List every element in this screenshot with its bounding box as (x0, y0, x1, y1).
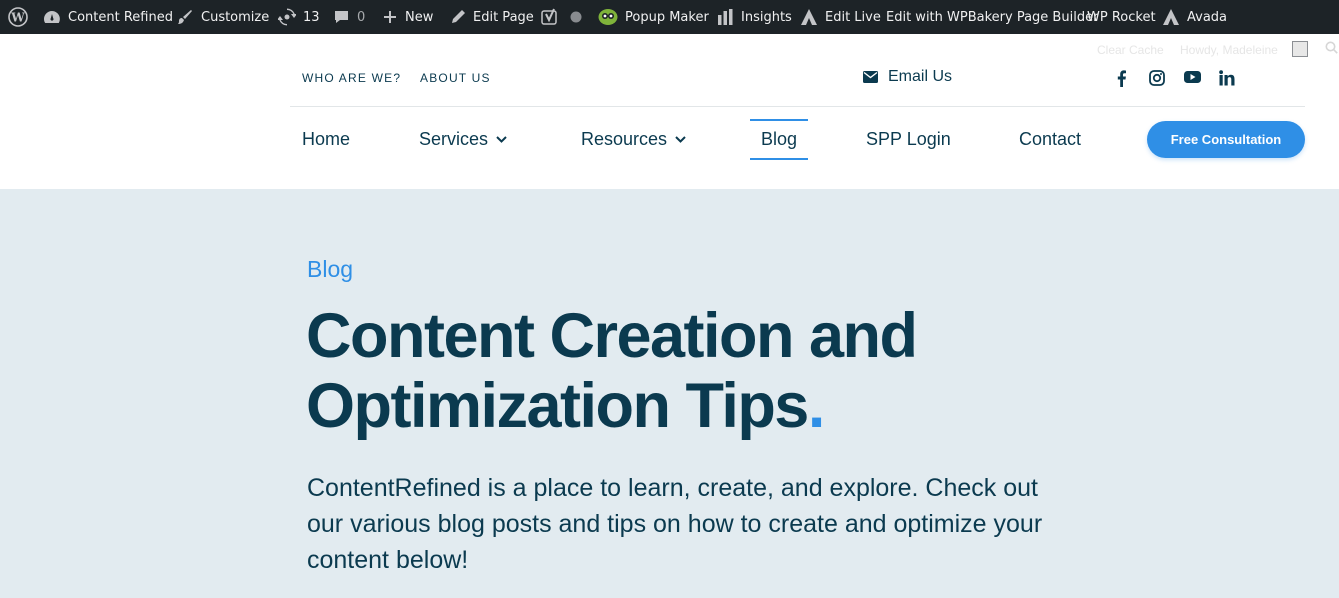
youtube-icon[interactable] (1184, 70, 1201, 89)
nav-services[interactable]: Services (419, 129, 507, 150)
dashboard-icon (44, 11, 60, 23)
nav-blog-label: Blog (761, 129, 798, 149)
brush-icon (178, 10, 192, 24)
nav-services-label: Services (419, 129, 489, 149)
yoast-seo-menu[interactable] (541, 0, 559, 34)
hero-eyebrow: Blog (307, 256, 354, 282)
popup-maker-icon (598, 9, 618, 25)
user-avatar[interactable] (1292, 41, 1308, 57)
header-divider (290, 106, 1305, 107)
popup-maker-menu[interactable]: Popup Maker (598, 0, 709, 34)
nav-contact-label: Contact (1019, 129, 1082, 149)
avada-icon (801, 9, 817, 25)
email-us-link[interactable]: Email Us (863, 68, 952, 86)
edit-page-label: Edit Page (473, 9, 534, 25)
chevron-down-icon (675, 136, 686, 143)
wpbakery-link[interactable]: Edit with WPBakery Page Builder (886, 0, 1098, 34)
edit-page-link[interactable]: Edit Page (450, 0, 534, 34)
customize-link[interactable]: Customize (176, 0, 269, 34)
avada-label: Avada (1187, 9, 1228, 25)
nav-contact[interactable]: Contact (1019, 129, 1081, 150)
yoast-icon (541, 8, 557, 25)
new-content-menu[interactable]: New (382, 0, 433, 34)
site-name-menu[interactable]: Content Refined (43, 0, 173, 34)
bar-chart-icon (718, 9, 733, 25)
clear-cache-link[interactable]: Clear Cache (1097, 43, 1164, 57)
wp-rocket-menu[interactable]: WP Rocket (1087, 0, 1156, 34)
edit-live-link[interactable]: Edit Live (801, 0, 881, 34)
hero-headline-text: Content Creation and Optimization Tips (306, 301, 918, 441)
linkedin-icon[interactable] (1219, 70, 1235, 91)
hero-section: Blog Content Creation and Optimization T… (0, 189, 1339, 598)
pencil-icon (452, 10, 465, 23)
search-icon[interactable] (1325, 41, 1338, 59)
chevron-down-icon (496, 136, 507, 143)
nav-resources-label: Resources (581, 129, 668, 149)
free-consultation-button[interactable]: Free Consultation (1147, 121, 1305, 158)
insights-label: Insights (741, 9, 792, 25)
nav-blog[interactable]: Blog (750, 119, 809, 160)
nav-resources[interactable]: Resources (581, 129, 686, 150)
hero-headline: Content Creation and Optimization Tips. (306, 301, 1066, 441)
comments-link[interactable]: 0 (333, 0, 365, 34)
nav-home-label: Home (302, 129, 351, 149)
status-dot-icon (570, 11, 582, 23)
wp-rocket-label: WP Rocket (1087, 9, 1156, 25)
seo-score-indicator[interactable] (570, 0, 582, 34)
instagram-icon[interactable] (1149, 70, 1165, 91)
hero-headline-dot: . (807, 371, 826, 441)
edit-live-label: Edit Live (825, 9, 881, 25)
updates-icon (278, 8, 296, 26)
howdy-user-menu[interactable]: Howdy, Madeleine (1180, 43, 1278, 57)
customize-label: Customize (201, 9, 270, 25)
nav-spp-login[interactable]: SPP Login (866, 129, 951, 150)
nav-who-are-we[interactable]: WHO ARE WE? (302, 71, 401, 85)
wpbakery-label: Edit with WPBakery Page Builder (886, 9, 1099, 25)
nav-spp-login-label: SPP Login (866, 129, 951, 149)
site-header: WHO ARE WE? ABOUT US Email Us Home Servi… (0, 34, 1339, 189)
nav-about-us[interactable]: ABOUT US (420, 71, 491, 85)
popup-maker-label: Popup Maker (625, 9, 709, 25)
email-us-label: Email Us (888, 68, 953, 85)
plus-icon (384, 11, 396, 23)
new-label: New (405, 9, 434, 25)
hero-lead-text: ContentRefined is a place to learn, crea… (307, 474, 1043, 574)
svg-text:W: W (10, 11, 25, 25)
wp-admin-bar: W Content Refined Customize 13 0 New Edi… (0, 0, 1339, 34)
comments-count: 0 (357, 9, 366, 25)
wordpress-logo-icon[interactable]: W (8, 0, 28, 34)
avada-menu[interactable]: Avada (1163, 0, 1227, 34)
insights-menu[interactable]: Insights (717, 0, 792, 34)
envelope-icon (863, 71, 878, 83)
comment-icon (335, 10, 348, 23)
avada-icon (1163, 9, 1179, 25)
nav-home[interactable]: Home (302, 129, 350, 150)
facebook-icon[interactable] (1116, 70, 1127, 92)
updates-link[interactable]: 13 (278, 0, 320, 34)
site-name-label: Content Refined (68, 9, 173, 25)
updates-count: 13 (303, 9, 320, 25)
